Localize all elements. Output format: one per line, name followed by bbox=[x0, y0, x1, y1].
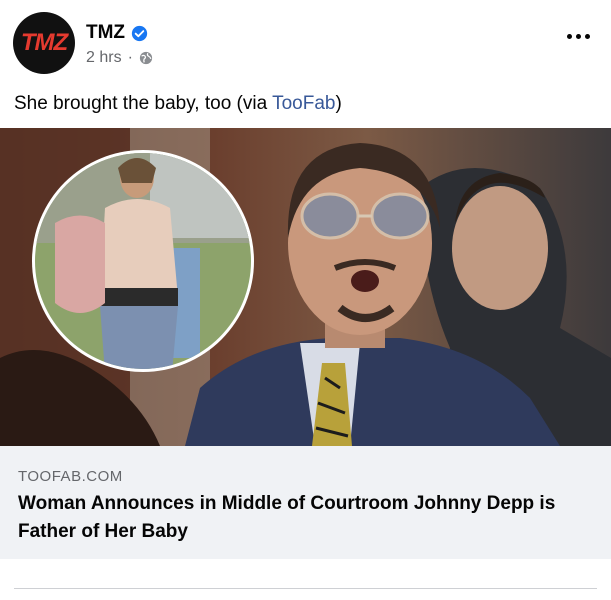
post-caption: She brought the baby, too (via TooFab) bbox=[14, 93, 342, 115]
page-avatar[interactable]: TMZ bbox=[13, 12, 75, 74]
globe-icon[interactable] bbox=[139, 51, 153, 65]
tmz-logo: TMZ bbox=[20, 29, 68, 56]
facebook-post: TMZ TMZ 2 hrs · She brought the baby, to… bbox=[0, 0, 611, 600]
link-domain: TOOFAB.COM bbox=[18, 468, 123, 485]
meta-separator: · bbox=[127, 49, 133, 66]
page-name[interactable]: TMZ bbox=[86, 22, 125, 44]
post-timestamp[interactable]: 2 hrs bbox=[86, 49, 122, 67]
post-meta: 2 hrs · bbox=[86, 49, 153, 67]
divider bbox=[14, 588, 597, 589]
caption-link[interactable]: TooFab bbox=[272, 93, 335, 114]
verified-badge-icon bbox=[131, 25, 148, 41]
more-dot bbox=[566, 33, 572, 39]
page-name-row: TMZ bbox=[86, 22, 148, 44]
post-image[interactable] bbox=[0, 128, 611, 446]
more-dot bbox=[575, 33, 581, 39]
link-preview-card[interactable]: TOOFAB.COM Woman Announces in Middle of … bbox=[0, 446, 611, 559]
more-dot bbox=[584, 33, 590, 39]
caption-text-end: ) bbox=[335, 93, 342, 114]
more-options-icon[interactable] bbox=[563, 26, 593, 46]
post-photo bbox=[0, 128, 611, 446]
link-title[interactable]: Woman Announces in Middle of Courtroom J… bbox=[18, 490, 598, 546]
caption-text: She brought the baby, too (via bbox=[14, 93, 273, 114]
